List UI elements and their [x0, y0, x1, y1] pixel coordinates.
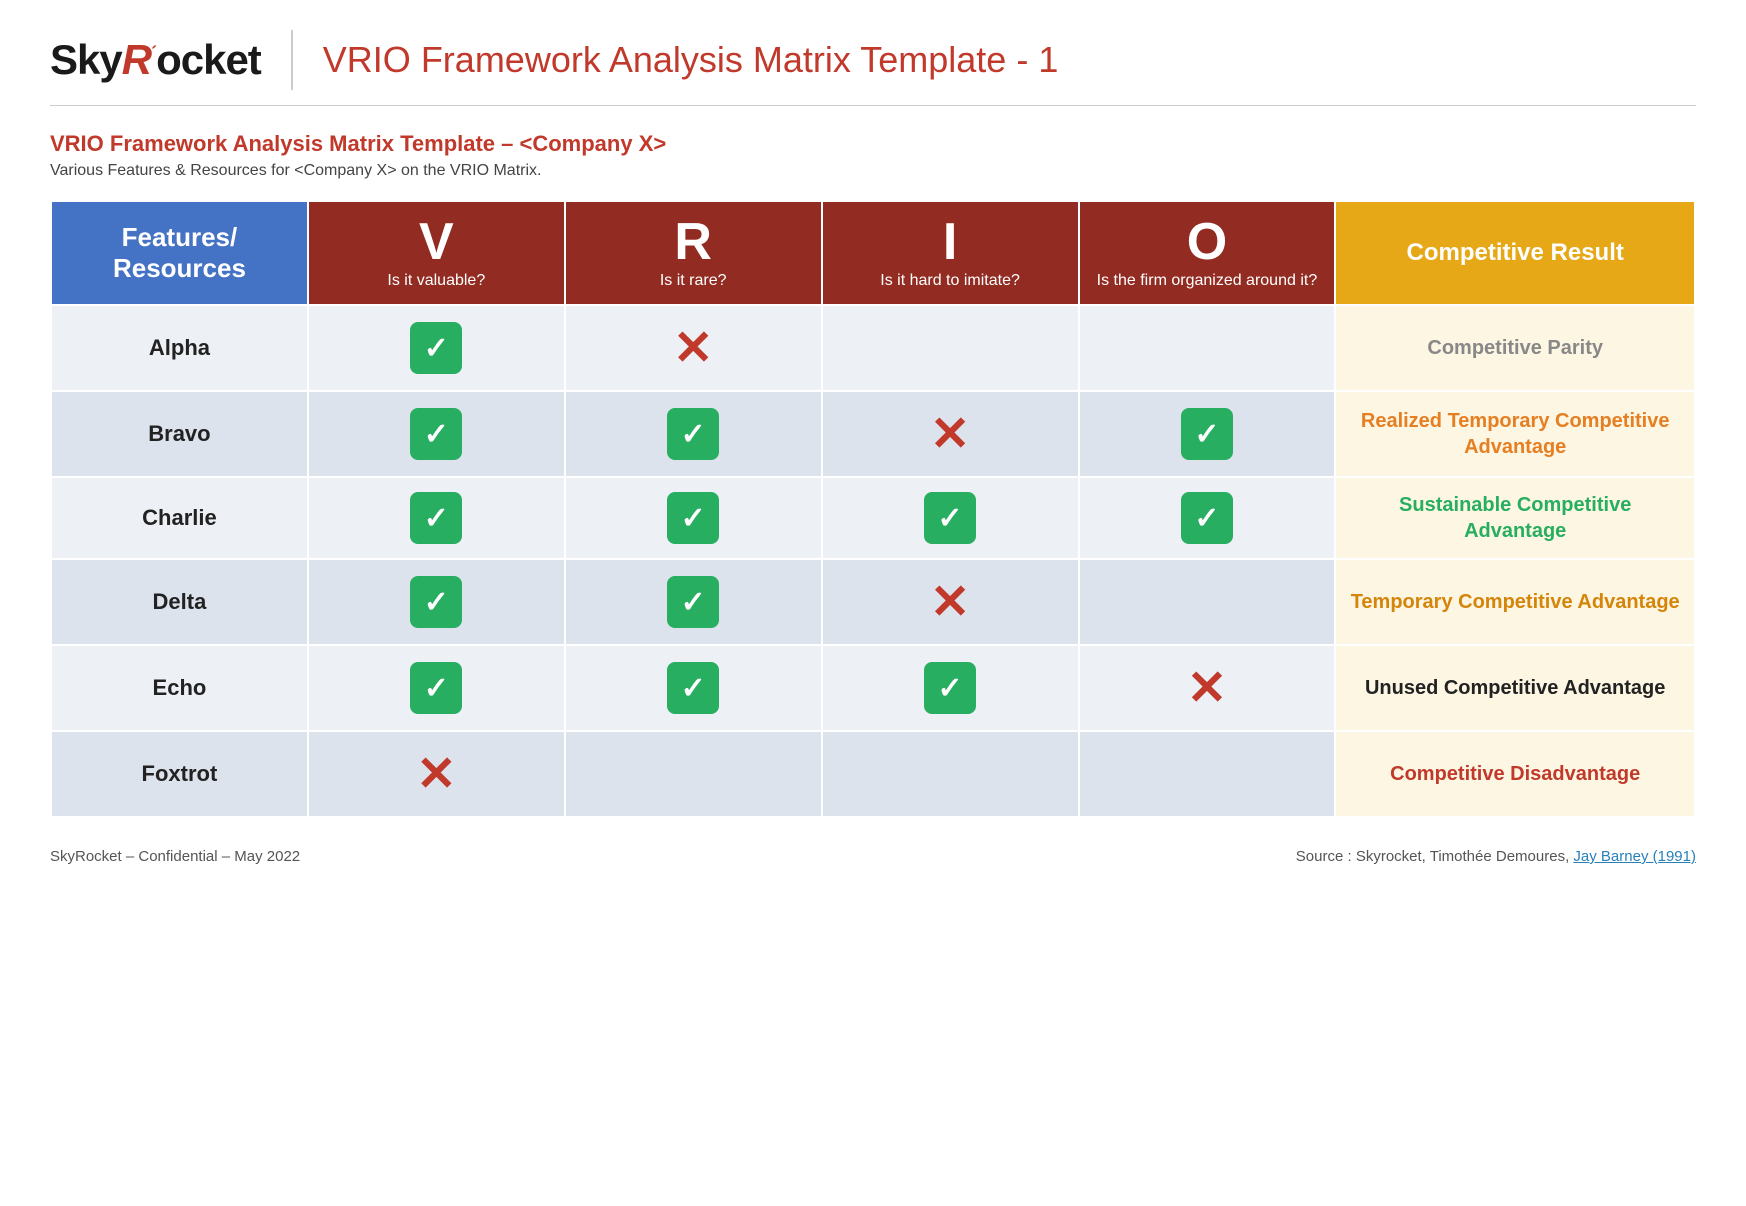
- row-result: Realized Temporary Competitive Advantage: [1335, 391, 1695, 477]
- footer-right-text: Source : Skyrocket, Timothée Demoures,: [1296, 848, 1569, 865]
- th-r-letter: R: [576, 216, 811, 268]
- cross-icon: ✕: [1187, 660, 1227, 716]
- th-r: R Is it rare?: [565, 201, 822, 305]
- check-icon: ✓: [1181, 492, 1233, 544]
- th-i-sub: Is it hard to imitate?: [833, 272, 1068, 290]
- row-result: Competitive Parity: [1335, 305, 1695, 391]
- row-o: [1079, 559, 1336, 645]
- th-result: Competitive Result: [1335, 201, 1695, 305]
- row-result: Competitive Disadvantage: [1335, 731, 1695, 817]
- footer-left: SkyRocket – Confidential – May 2022: [50, 848, 300, 865]
- row-name: Alpha: [51, 305, 308, 391]
- result-text: Temporary Competitive Advantage: [1351, 591, 1680, 613]
- th-r-sub: Is it rare?: [576, 272, 811, 290]
- row-name: Bravo: [51, 391, 308, 477]
- row-r: ✕: [565, 305, 822, 391]
- page-title: VRIO Framework Analysis Matrix Template …: [323, 39, 1059, 81]
- row-r: ✓: [565, 559, 822, 645]
- row-name: Charlie: [51, 477, 308, 559]
- row-v: ✓: [308, 391, 565, 477]
- row-o: ✓: [1079, 391, 1336, 477]
- result-text: Unused Competitive Advantage: [1365, 677, 1665, 699]
- check-icon: ✓: [410, 408, 462, 460]
- subtitle-desc: Various Features & Resources for <Compan…: [50, 162, 1696, 180]
- th-v: V Is it valuable?: [308, 201, 565, 305]
- footer: SkyRocket – Confidential – May 2022 Sour…: [50, 848, 1696, 865]
- check-icon: ✓: [667, 576, 719, 628]
- logo-ocket: ocket: [156, 36, 261, 83]
- check-icon: ✓: [667, 492, 719, 544]
- row-i: ✕: [822, 559, 1079, 645]
- row-r: ✓: [565, 391, 822, 477]
- row-result: Unused Competitive Advantage: [1335, 645, 1695, 731]
- row-i: ✓: [822, 477, 1079, 559]
- table-row: Echo ✓ ✓ ✓ ✕ Unused Competitive Advantage: [51, 645, 1695, 731]
- check-icon: ✓: [667, 408, 719, 460]
- check-icon: ✓: [1181, 408, 1233, 460]
- row-result: Sustainable Competitive Advantage: [1335, 477, 1695, 559]
- th-o-letter: O: [1090, 216, 1325, 268]
- result-text: Competitive Disadvantage: [1390, 763, 1640, 785]
- row-v: ✓: [308, 305, 565, 391]
- th-i-letter: I: [833, 216, 1068, 268]
- row-v: ✓: [308, 559, 565, 645]
- result-text: Competitive Parity: [1427, 337, 1603, 359]
- th-i: I Is it hard to imitate?: [822, 201, 1079, 305]
- th-o: O Is the firm organized around it?: [1079, 201, 1336, 305]
- row-r: [565, 731, 822, 817]
- cross-icon: ✕: [416, 746, 456, 802]
- row-name: Foxtrot: [51, 731, 308, 817]
- check-icon: ✓: [924, 492, 976, 544]
- row-i: [822, 731, 1079, 817]
- row-r: ✓: [565, 477, 822, 559]
- subtitle-section: VRIO Framework Analysis Matrix Template …: [50, 131, 1696, 180]
- row-name: Echo: [51, 645, 308, 731]
- row-o: [1079, 731, 1336, 817]
- th-features-label: Features/Resources: [113, 222, 246, 283]
- row-result: Temporary Competitive Advantage: [1335, 559, 1695, 645]
- table-row: Delta ✓ ✓ ✕ Temporary Competitive Advantage: [51, 559, 1695, 645]
- check-icon: ✓: [667, 662, 719, 714]
- th-v-letter: V: [319, 216, 554, 268]
- header-divider: [291, 30, 293, 90]
- row-o: ✕: [1079, 645, 1336, 731]
- table-row: Bravo ✓ ✓ ✕ ✓ Realized Temporary Competitive …: [51, 391, 1695, 477]
- footer-link[interactable]: Jay Barney (1991): [1573, 848, 1696, 865]
- page-header: SkyR´ocket VRIO Framework Analysis Matri…: [50, 30, 1696, 106]
- row-v: ✕: [308, 731, 565, 817]
- table-row: Alpha ✓ ✕ Competitive Parity: [51, 305, 1695, 391]
- row-v: ✓: [308, 477, 565, 559]
- row-i: ✓: [822, 645, 1079, 731]
- table-row: Charlie ✓ ✓ ✓ ✓ Sustainable Competitive Advan…: [51, 477, 1695, 559]
- th-features: Features/Resources: [51, 201, 308, 305]
- footer-right: Source : Skyrocket, Timothée Demoures, J…: [1296, 848, 1696, 865]
- table-row: Foxtrot ✕ Competitive Disadvantage: [51, 731, 1695, 817]
- cross-icon: ✕: [930, 406, 970, 462]
- cross-icon: ✕: [673, 320, 713, 376]
- th-o-sub: Is the firm organized around it?: [1090, 272, 1325, 290]
- logo-r: R: [122, 36, 151, 83]
- cross-icon: ✕: [930, 574, 970, 630]
- check-icon: ✓: [410, 492, 462, 544]
- vrio-matrix-table: Features/Resources V Is it valuable? R I…: [50, 200, 1696, 818]
- check-icon: ✓: [410, 322, 462, 374]
- th-v-sub: Is it valuable?: [319, 272, 554, 290]
- result-text: Realized Temporary Competitive Advantage: [1361, 410, 1670, 458]
- row-r: ✓: [565, 645, 822, 731]
- check-icon: ✓: [924, 662, 976, 714]
- result-text: Sustainable Competitive Advantage: [1399, 494, 1631, 542]
- check-icon: ✓: [410, 576, 462, 628]
- row-name: Delta: [51, 559, 308, 645]
- logo: SkyR´ocket: [50, 36, 261, 84]
- row-i: ✕: [822, 391, 1079, 477]
- row-v: ✓: [308, 645, 565, 731]
- check-icon: ✓: [410, 662, 462, 714]
- logo-sky: Sky: [50, 36, 122, 83]
- row-o: ✓: [1079, 477, 1336, 559]
- subtitle-title: VRIO Framework Analysis Matrix Template …: [50, 131, 1696, 157]
- row-i: [822, 305, 1079, 391]
- row-o: [1079, 305, 1336, 391]
